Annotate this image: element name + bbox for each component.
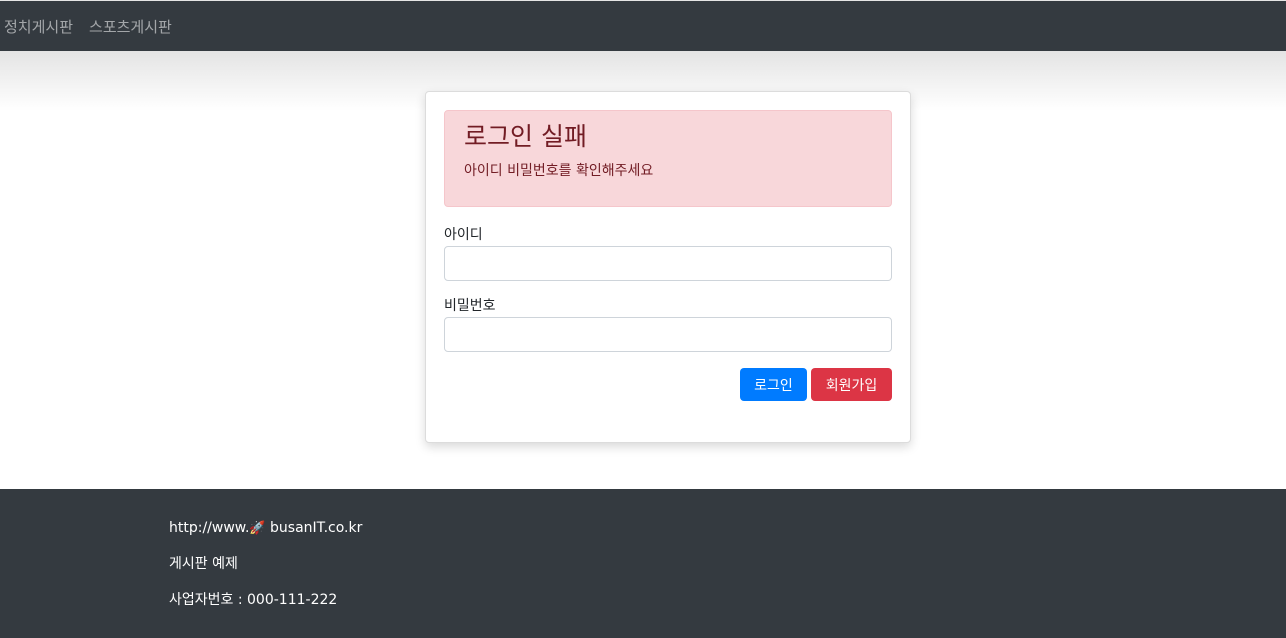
form-actions: 로그인 회원가입 bbox=[444, 368, 892, 401]
login-button[interactable]: 로그인 bbox=[740, 368, 807, 401]
password-input[interactable] bbox=[444, 317, 892, 352]
footer-business-number: 사업자번호 : 000-111-222 bbox=[169, 592, 338, 608]
signup-button[interactable]: 회원가입 bbox=[811, 368, 892, 401]
footer-url-prefix: http://www. bbox=[169, 520, 250, 536]
footer-subtitle: 게시판 예제 bbox=[169, 556, 238, 572]
login-card: 로그인 실패 아이디 비밀번호를 확인해주세요 아이디 비밀번호 로그인 회원가… bbox=[425, 91, 911, 443]
login-failed-alert: 로그인 실패 아이디 비밀번호를 확인해주세요 bbox=[444, 110, 892, 207]
footer-url-suffix: busanIT.co.kr bbox=[270, 520, 363, 536]
rocket-icon: 🚀 bbox=[249, 521, 266, 536]
id-input[interactable] bbox=[444, 246, 892, 281]
footer: http://www.🚀 busanIT.co.kr 게시판 예제 사업자번호 … bbox=[0, 489, 1286, 638]
id-label: 아이디 bbox=[444, 227, 483, 243]
alert-title: 로그인 실패 bbox=[464, 122, 587, 151]
nav-item-sports-board[interactable]: 스포츠게시판 bbox=[89, 16, 172, 37]
nav-item-politics-board[interactable]: 정치게시판 bbox=[4, 16, 73, 37]
password-label: 비밀번호 bbox=[444, 298, 496, 314]
alert-message: 아이디 비밀번호를 확인해주세요 bbox=[464, 163, 654, 179]
footer-url: http://www.🚀 busanIT.co.kr bbox=[169, 518, 1286, 538]
top-navbar: 정치게시판 스포츠게시판 bbox=[0, 0, 1286, 51]
